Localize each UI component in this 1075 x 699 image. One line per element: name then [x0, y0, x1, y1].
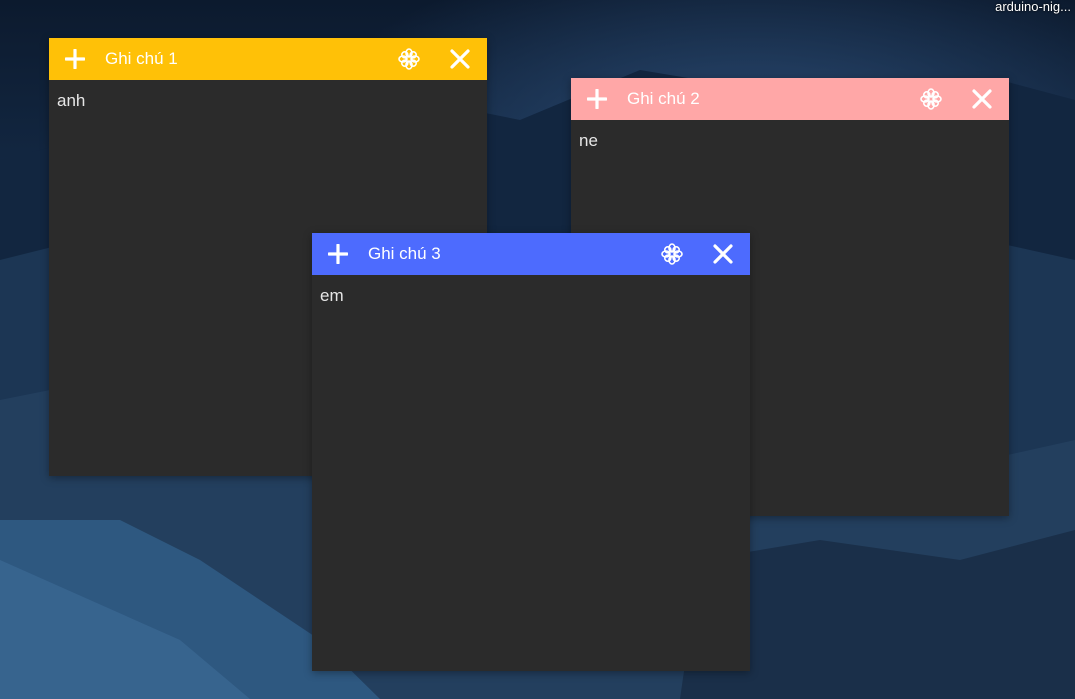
- note-title: Ghi chú 2: [627, 89, 700, 108]
- note-title: Ghi chú 1: [105, 49, 178, 68]
- note-header[interactable]: Ghi chú 1: [49, 38, 487, 80]
- flower-settings-icon[interactable]: [919, 87, 943, 111]
- flower-settings-icon[interactable]: [660, 242, 684, 266]
- close-icon[interactable]: [448, 47, 472, 71]
- desktop: arduino-nig... Ghi chú 1 anh Ghi chú 2 n…: [0, 0, 1075, 699]
- desktop-shortcut-label[interactable]: arduino-nig...: [995, 0, 1071, 14]
- note-content[interactable]: em: [312, 275, 750, 671]
- plus-icon[interactable]: [327, 243, 349, 265]
- plus-icon[interactable]: [64, 48, 86, 70]
- plus-icon[interactable]: [586, 88, 608, 110]
- note-header[interactable]: Ghi chú 2: [571, 78, 1009, 120]
- note-title: Ghi chú 3: [368, 244, 441, 263]
- flower-settings-icon[interactable]: [397, 47, 421, 71]
- note-header[interactable]: Ghi chú 3: [312, 233, 750, 275]
- close-icon[interactable]: [970, 87, 994, 111]
- close-icon[interactable]: [711, 242, 735, 266]
- sticky-note-3: Ghi chú 3 em: [312, 233, 750, 671]
